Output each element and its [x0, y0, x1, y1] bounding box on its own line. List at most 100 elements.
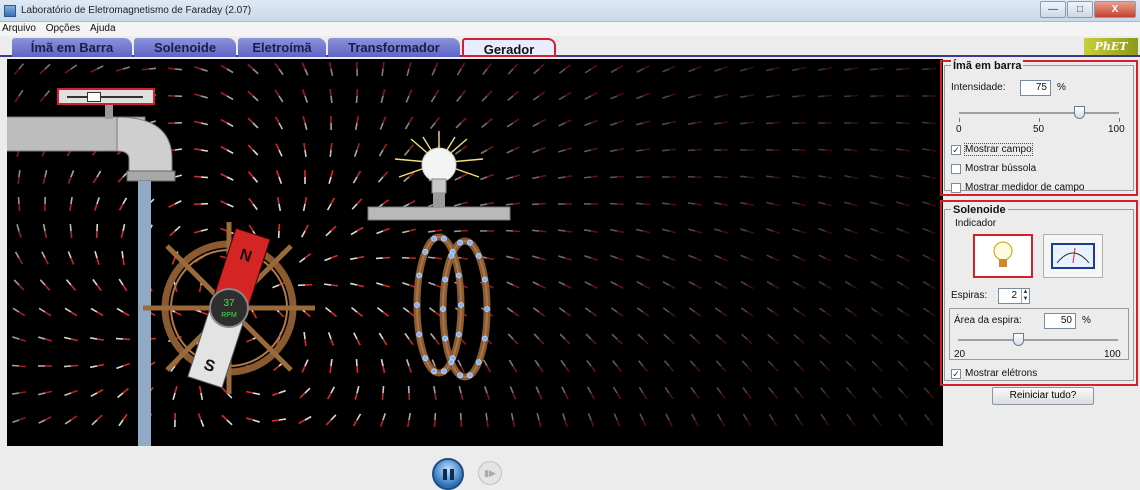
generator-scene: N S 37 RPM	[7, 105, 511, 446]
bar-magnet-panel: Ímã em barra Intensidade: 75 % 0 50 100 …	[944, 60, 1134, 193]
show-compass-box[interactable]	[951, 163, 961, 174]
window-controls: — □ X	[1039, 1, 1136, 18]
pause-icon-left	[443, 469, 447, 480]
faucet-slider-knob[interactable]	[87, 92, 101, 102]
voltmeter-indicator-button[interactable]	[1043, 234, 1103, 278]
strength-tick-50	[1039, 118, 1040, 122]
tab-bar-magnet[interactable]: Ímã em Barra	[12, 38, 132, 57]
area-input[interactable]: 50	[1044, 313, 1076, 329]
rpm-unit: RPM	[221, 312, 237, 319]
faucet-flow-slider[interactable]	[57, 88, 155, 105]
rpm-value: 37	[223, 298, 235, 309]
bar-magnet-panel-title: Ímã em barra	[951, 60, 1024, 72]
tab-bar: Ímã em Barra Solenoide Eletroímã Transfo…	[0, 36, 1140, 57]
electron	[457, 239, 464, 246]
electron	[442, 335, 449, 342]
show-electrons-checkbox[interactable]: ✓ Mostrar elétrons	[951, 368, 1037, 379]
lightbulb	[367, 147, 511, 221]
electron	[431, 368, 438, 375]
show-field-checkbox[interactable]: ✓ Mostrar campo	[951, 143, 1033, 156]
show-electrons-box[interactable]: ✓	[951, 368, 961, 379]
electron	[440, 368, 447, 375]
area-slider-knob[interactable]	[1013, 333, 1024, 346]
strength-tick-0	[959, 118, 960, 122]
electron	[448, 359, 455, 366]
electron	[475, 359, 482, 366]
show-field-meter-label: Mostrar medidor de campo	[965, 182, 1085, 193]
maximize-button[interactable]: □	[1067, 1, 1093, 18]
electron	[440, 235, 447, 242]
electron	[466, 239, 473, 246]
show-field-meter-box[interactable]	[951, 182, 961, 193]
close-button[interactable]: X	[1094, 1, 1136, 18]
electron	[481, 276, 488, 283]
tab-solenoid[interactable]: Solenoide	[134, 38, 236, 57]
phet-logo: PhET	[1084, 38, 1138, 55]
electron	[481, 335, 488, 342]
show-electrons-label: Mostrar elétrons	[965, 368, 1038, 379]
indicator-label: Indicador	[955, 218, 997, 229]
area-scale-max: 100	[1104, 349, 1121, 360]
electron	[457, 372, 464, 379]
show-compass-checkbox[interactable]: Mostrar bússola	[951, 163, 1036, 174]
show-field-box[interactable]: ✓	[951, 144, 961, 155]
area-scale-min: 20	[954, 349, 966, 360]
rpm-display: 37 RPM	[209, 288, 249, 328]
reset-all-button[interactable]: Reiniciar tudo?	[992, 387, 1094, 405]
tab-transformer[interactable]: Transformador	[328, 38, 460, 57]
strength-slider-knob[interactable]	[1074, 106, 1085, 119]
strength-input[interactable]: 75	[1020, 80, 1051, 96]
electron	[455, 331, 462, 338]
title-bar: Laboratório de Eletromagnetismo de Farad…	[0, 0, 1140, 22]
electron	[466, 372, 473, 379]
electron	[448, 252, 455, 259]
tab-electromagnet[interactable]: Eletroímã	[238, 38, 326, 57]
minimize-button[interactable]: —	[1040, 1, 1066, 18]
voltmeter-icon	[1051, 243, 1095, 269]
strength-scale-min: 0	[956, 124, 962, 135]
water-stream	[138, 181, 151, 446]
show-field-meter-checkbox[interactable]: Mostrar medidor de campo	[951, 182, 1085, 193]
pause-button[interactable]	[432, 458, 464, 490]
loops-spinner-arrows[interactable]: ▲ ▼	[1021, 289, 1029, 303]
electron	[458, 302, 464, 308]
strength-unit: %	[1057, 82, 1066, 93]
menu-bar: Arquivo Opções Ajuda	[0, 22, 1140, 36]
control-panel: Ímã em barra Intensidade: 75 % 0 50 100 …	[940, 59, 1140, 490]
faucet[interactable]	[7, 105, 176, 182]
strength-label: Intensidade:	[951, 82, 1006, 93]
strength-scale-max: 100	[1108, 124, 1125, 135]
step-button[interactable]: ▮▶	[478, 461, 502, 485]
strength-tick-100	[1119, 118, 1120, 122]
pause-icon-right	[450, 469, 454, 480]
app-window: Laboratório de Eletromagnetismo de Farad…	[0, 0, 1140, 490]
show-field-label: Mostrar campo	[964, 143, 1033, 156]
loops-label: Espiras:	[951, 290, 988, 301]
show-compass-label: Mostrar bússola	[965, 163, 1037, 174]
menu-help[interactable]: Ajuda	[90, 22, 116, 36]
lightbulb-indicator-button[interactable]	[973, 234, 1033, 278]
electron	[484, 306, 490, 312]
area-unit: %	[1082, 315, 1091, 326]
electron	[416, 272, 423, 279]
electron	[414, 302, 420, 308]
app-icon	[4, 5, 16, 17]
step-icon: ▮▶	[484, 468, 496, 478]
electron	[422, 355, 429, 362]
electron	[440, 306, 446, 312]
electron	[422, 248, 429, 255]
area-subpanel: Área da espira: 50 % 20 100	[949, 308, 1129, 360]
area-label: Área da espira:	[954, 315, 1022, 326]
faucet-slider-track	[67, 96, 143, 98]
menu-file[interactable]: Arquivo	[2, 22, 36, 36]
area-slider-track[interactable]	[958, 339, 1118, 341]
tab-generator[interactable]: Gerador	[462, 38, 556, 57]
electron	[416, 331, 423, 338]
electron	[431, 235, 438, 242]
electron	[455, 272, 462, 279]
electron	[475, 252, 482, 259]
menu-options[interactable]: Opções	[46, 22, 80, 36]
window-title: Laboratório de Eletromagnetismo de Farad…	[21, 5, 252, 16]
strength-slider-track[interactable]	[959, 112, 1119, 114]
simulation-canvas[interactable]: N S 37 RPM	[7, 59, 943, 446]
